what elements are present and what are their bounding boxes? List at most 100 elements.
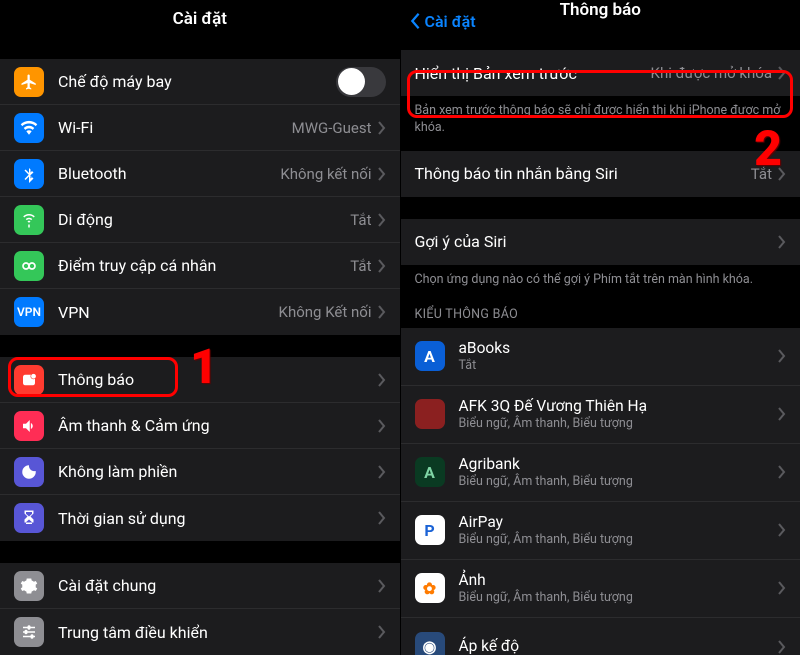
header-left: Cài đặt (0, 0, 400, 37)
general-group: Cài đặt chung Trung tâm điều khiển (0, 563, 400, 655)
wifi-row[interactable]: Wi-Fi MWG-Guest (0, 105, 400, 151)
cellular-value: Tắt (350, 211, 371, 229)
app-name: Ảnh (459, 571, 779, 590)
back-label: Cài đặt (425, 12, 476, 31)
settings-pane: Cài đặt Chế độ máy bay Wi-Fi MWG-Guest B… (0, 0, 401, 655)
back-button[interactable]: Cài đặt (409, 0, 476, 42)
app-name: Áp kế độ (459, 637, 779, 655)
sounds-row[interactable]: Âm thanh & Cảm ứng (0, 403, 400, 449)
vpn-value: Không Kết nối (279, 303, 372, 321)
page-title: Cài đặt (173, 9, 227, 29)
siri-suggest-group: Gợi ý của Siri (401, 219, 800, 265)
general-label: Cài đặt chung (58, 576, 378, 595)
chevron-icon (778, 465, 786, 479)
chevron-icon (378, 579, 386, 593)
chevron-icon (778, 640, 786, 654)
hotspot-label: Điểm truy cập cá nhân (58, 256, 350, 275)
app-row[interactable]: PAirPayBiểu ngữ, Âm thanh, Biểu tượng (401, 502, 800, 560)
app-row[interactable]: ✿ ẢnhBiểu ngữ, Âm thanh, Biểu tượng (401, 560, 800, 618)
hourglass-icon (14, 503, 44, 533)
app-name: AirPay (459, 513, 779, 532)
style-header: KIỂU THÔNG BÁO (401, 289, 800, 328)
apps-group: AaBooksTắtAFK 3Q Đế Vương Thiên HạBiểu n… (401, 328, 800, 655)
preview-group: Hiển thị Bản xem trước Khi được mở khóa (401, 50, 800, 96)
app-sub: Tắt (459, 358, 779, 374)
notifications-icon (14, 365, 44, 395)
notifications-row[interactable]: Thông báo (0, 357, 400, 403)
app-text: ẢnhBiểu ngữ, Âm thanh, Biểu tượng (459, 571, 779, 606)
wifi-icon (14, 113, 44, 143)
app-sub: Biểu ngữ, Âm thanh, Biểu tượng (459, 416, 779, 432)
page-title: Thông báo (560, 0, 641, 20)
app-sub: Biểu ngữ, Âm thanh, Biểu tượng (459, 532, 779, 548)
chevron-icon (778, 167, 786, 181)
app-row[interactable]: A AgribankBiểu ngữ, Âm thanh, Biểu tượng (401, 444, 800, 502)
chevron-icon (778, 523, 786, 537)
sound-icon (14, 411, 44, 441)
show-previews-row[interactable]: Hiển thị Bản xem trước Khi được mở khóa (401, 50, 800, 96)
cellular-icon (14, 205, 44, 235)
app-row[interactable]: AFK 3Q Đế Vương Thiên HạBiểu ngữ, Âm tha… (401, 386, 800, 444)
cellular-row[interactable]: Di động Tắt (0, 197, 400, 243)
screentime-row[interactable]: Thời gian sử dụng (0, 495, 400, 541)
wifi-label: Wi-Fi (58, 118, 292, 137)
chevron-icon (378, 121, 386, 135)
siri-announce-label: Thông báo tin nhắn bằng Siri (415, 164, 751, 183)
show-previews-label: Hiển thị Bản xem trước (415, 64, 651, 83)
chevron-icon (378, 167, 386, 181)
general-row[interactable]: Cài đặt chung (0, 563, 400, 609)
app-name: Agribank (459, 455, 779, 474)
airplane-toggle[interactable] (336, 67, 386, 97)
chevron-icon (378, 511, 386, 525)
app-icon: A (415, 457, 445, 487)
chevron-icon (378, 213, 386, 227)
connectivity-group: Chế độ máy bay Wi-Fi MWG-Guest Bluetooth… (0, 59, 400, 335)
app-icon: ◉ (415, 632, 445, 655)
chevron-icon (778, 407, 786, 421)
app-text: AFK 3Q Đế Vương Thiên HạBiểu ngữ, Âm tha… (459, 397, 779, 432)
control-label: Trung tâm điều khiển (58, 623, 378, 642)
app-text: AgribankBiểu ngữ, Âm thanh, Biểu tượng (459, 455, 779, 490)
header-right: Cài đặt Thông báo (401, 0, 800, 20)
app-text: Áp kế độ (459, 637, 779, 655)
siri-footer: Chọn ứng dụng nào có thể gợi ý Phím tắt … (401, 265, 800, 289)
chevron-icon (778, 581, 786, 595)
bluetooth-value: Không kết nối (280, 165, 371, 183)
airplane-icon (14, 67, 44, 97)
moon-icon (14, 457, 44, 487)
app-icon: A (415, 341, 445, 371)
airplane-row[interactable]: Chế độ máy bay (0, 59, 400, 105)
app-sub: Biểu ngữ, Âm thanh, Biểu tượng (459, 590, 779, 606)
cellular-label: Di động (58, 210, 350, 229)
app-row[interactable]: AaBooksTắt (401, 328, 800, 386)
notifications-pane: Cài đặt Thông báo Hiển thị Bản xem trước… (401, 0, 800, 655)
chevron-icon (778, 235, 786, 249)
chevron-icon (378, 465, 386, 479)
show-previews-value: Khi được mở khóa (651, 64, 772, 82)
hotspot-value: Tắt (350, 257, 371, 275)
dnd-label: Không làm phiền (58, 462, 378, 481)
chevron-icon (378, 625, 386, 639)
siri-announce-group: Thông báo tin nhắn bằng Siri Tắt (401, 151, 800, 197)
airplane-label: Chế độ máy bay (58, 72, 336, 91)
dnd-row[interactable]: Không làm phiền (0, 449, 400, 495)
notifications-label: Thông báo (58, 370, 378, 389)
chevron-icon (378, 419, 386, 433)
hotspot-row[interactable]: Điểm truy cập cá nhân Tắt (0, 243, 400, 289)
control-center-row[interactable]: Trung tâm điều khiển (0, 609, 400, 655)
app-row[interactable]: ◉ Áp kế độ (401, 618, 800, 655)
bluetooth-row[interactable]: Bluetooth Không kết nối (0, 151, 400, 197)
alerts-group: Thông báo Âm thanh & Cảm ứng Không làm p… (0, 357, 400, 541)
siri-announce-row[interactable]: Thông báo tin nhắn bằng Siri Tắt (401, 151, 800, 197)
app-name: AFK 3Q Đế Vương Thiên Hạ (459, 397, 779, 416)
app-icon: ✿ (415, 573, 445, 603)
app-icon (415, 399, 445, 429)
sounds-label: Âm thanh & Cảm ứng (58, 416, 378, 435)
bluetooth-label: Bluetooth (58, 164, 280, 183)
vpn-icon: VPN (14, 297, 44, 327)
siri-suggest-row[interactable]: Gợi ý của Siri (401, 219, 800, 265)
hotspot-icon (14, 251, 44, 281)
app-sub: Biểu ngữ, Âm thanh, Biểu tượng (459, 474, 779, 490)
vpn-row[interactable]: VPN VPN Không Kết nối (0, 289, 400, 335)
bluetooth-icon (14, 159, 44, 189)
